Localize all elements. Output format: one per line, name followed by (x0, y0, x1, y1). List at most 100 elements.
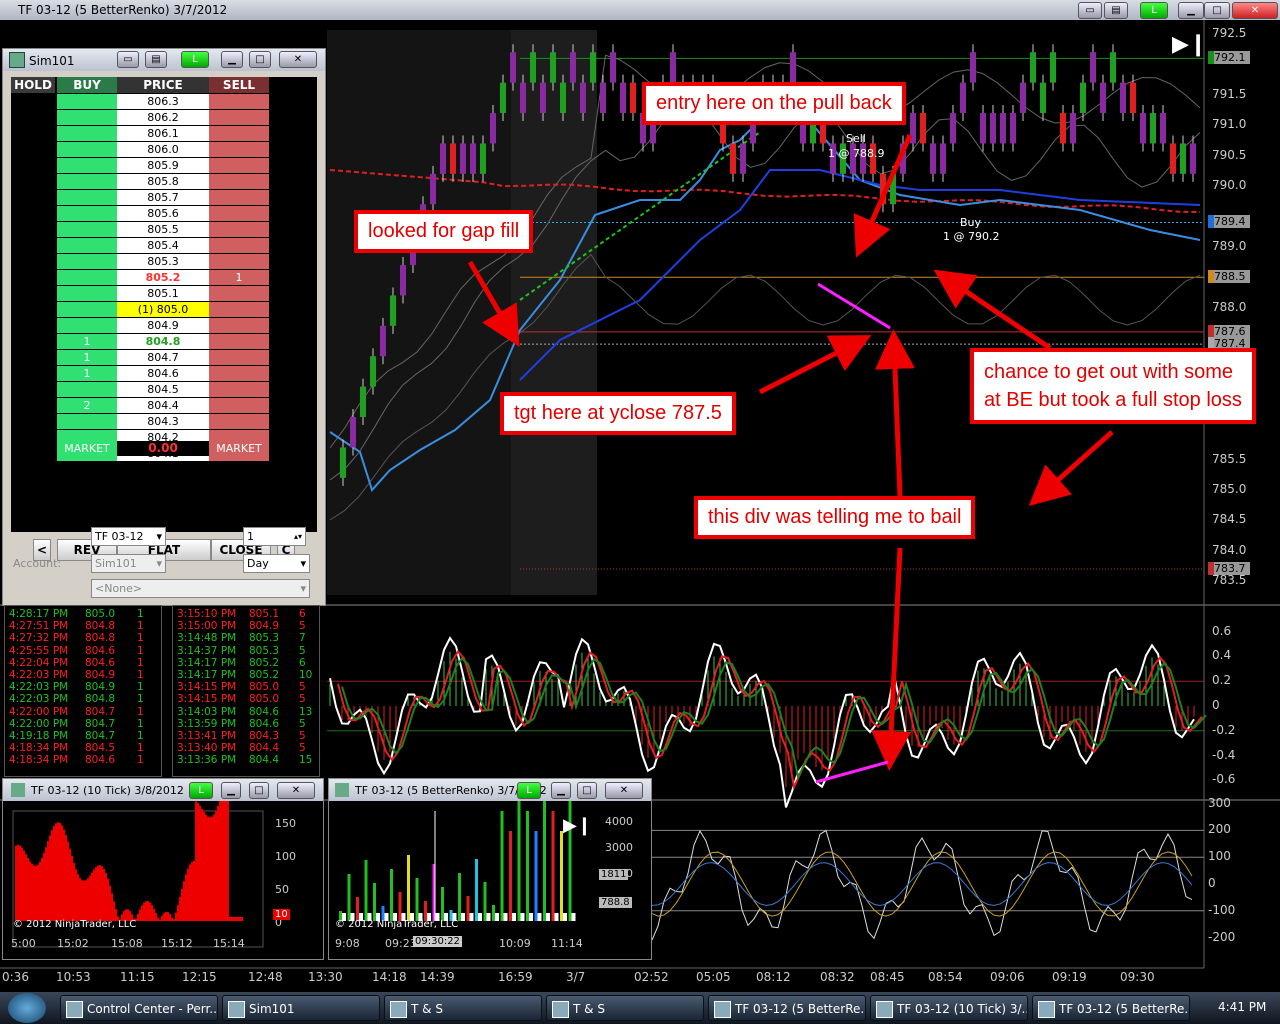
maximize-button[interactable]: □ (1204, 2, 1230, 19)
mini1-x-label: 15:12 (161, 937, 193, 950)
ts-size: 13 (299, 705, 313, 718)
buy-cell[interactable] (57, 238, 117, 253)
data-box-button[interactable]: ▤ (1104, 2, 1128, 19)
sell-cell[interactable] (209, 222, 269, 237)
taskbar-item[interactable]: TF 03-12 (10 Tick) 3/... (870, 995, 1028, 1021)
link-button[interactable]: L (181, 51, 209, 68)
minimize-button[interactable]: ▁ (1178, 2, 1204, 19)
sell-cell[interactable] (209, 174, 269, 189)
buy-cell[interactable] (57, 270, 117, 285)
tools-button[interactable]: ▭ (117, 51, 139, 68)
price-axis-label: 792.5 (1212, 26, 1247, 40)
strategy-select[interactable]: <None> ▾ (91, 579, 310, 598)
buy-cell[interactable] (57, 302, 117, 317)
ts-time: 3:14:17 PM (177, 656, 237, 669)
ts-time: 3:14:15 PM (177, 693, 237, 706)
maximize-button[interactable]: □ (577, 782, 597, 799)
play-icon[interactable]: ▶❙ (1172, 32, 1207, 57)
sell-cell[interactable] (209, 302, 269, 317)
taskbar-item[interactable]: Sim101 (222, 995, 380, 1021)
sell-cell[interactable] (209, 414, 269, 429)
taskbar-item[interactable]: T & S (546, 995, 704, 1021)
buy-cell[interactable]: 1 (57, 334, 117, 349)
link-button[interactable]: L (517, 782, 541, 799)
buy-cell[interactable] (57, 126, 117, 141)
play-icon[interactable]: ▶❙ (563, 815, 592, 836)
sell-cell[interactable] (209, 350, 269, 365)
sell-cell[interactable] (209, 238, 269, 253)
sell-cell[interactable] (209, 190, 269, 205)
sell-cell[interactable] (209, 286, 269, 301)
sell-cell[interactable] (209, 110, 269, 125)
sell-cell[interactable] (209, 142, 269, 157)
sell-cell[interactable] (209, 318, 269, 333)
time-and-sales-right[interactable]: 3:15:10 PM 805.1 6 3:15:00 PM 804.9 5 3:14:48 … (172, 605, 320, 777)
ts-size: 1 (137, 644, 144, 657)
mini-chart-10-tick[interactable]: TF 03-12 (10 Tick) 3/8/2012 L ▁ □ ✕ © 20… (2, 778, 324, 960)
sell-cell[interactable] (209, 366, 269, 381)
price-axis-label: 791.5 (1212, 86, 1247, 101)
close-button[interactable]: ✕ (279, 51, 317, 68)
buy-cell[interactable] (57, 222, 117, 237)
account-select[interactable]: Sim101 ▾ (91, 554, 166, 573)
link-button[interactable]: L (189, 782, 213, 799)
buy-cell[interactable] (57, 206, 117, 221)
sell-cell[interactable] (209, 382, 269, 397)
buy-cell[interactable] (57, 286, 117, 301)
close-button[interactable]: ✕ (277, 782, 315, 799)
time-and-sales-left[interactable]: 4:28:17 PM 805.0 1 4:27:51 PM 804.8 1 4:27:32 … (4, 605, 162, 777)
ts-time: 3:13:40 PM (177, 742, 237, 755)
sell-cell[interactable] (209, 94, 269, 109)
buy-cell[interactable] (57, 158, 117, 173)
minimize-button[interactable]: ▁ (551, 782, 571, 799)
buy-cell[interactable]: 1 (57, 350, 117, 365)
minimize-button[interactable]: ▁ (221, 51, 243, 68)
data-button[interactable]: ▤ (145, 51, 167, 68)
superdom-ladder[interactable]: HOLD BUY PRICE SELL 806.3 806.2 806.1 806.0… (11, 77, 317, 532)
buy-cell[interactable]: 2 (57, 398, 117, 413)
cci-axis-label: 200 (1208, 822, 1231, 837)
sell-cell[interactable] (209, 334, 269, 349)
sell-cell[interactable]: 1 (209, 270, 269, 285)
buy-cell[interactable] (57, 174, 117, 189)
quantity-input[interactable]: 1 ▴▾ (243, 527, 306, 546)
ts-time: 3:15:10 PM (177, 608, 237, 620)
buy-cell[interactable] (57, 318, 117, 333)
buy-cell[interactable] (57, 94, 117, 109)
buy-cell[interactable] (57, 142, 117, 157)
sell-cell[interactable] (209, 158, 269, 173)
sell-cell[interactable] (209, 254, 269, 269)
taskbar-item-label: Sim101 (249, 1002, 295, 1016)
buy-cell[interactable] (57, 110, 117, 125)
maximize-button[interactable]: □ (249, 782, 269, 799)
taskbar-item[interactable]: TF 03-12 (5 BetterRe... (1032, 995, 1190, 1021)
sell-cell[interactable] (209, 126, 269, 141)
mini1-y-label: 150 (275, 817, 296, 830)
close-window-button[interactable]: ✕ (1232, 2, 1278, 19)
taskbar-item[interactable]: Control Center - Perr... (60, 995, 218, 1021)
close-button[interactable]: ✕ (605, 782, 643, 799)
superdom-window[interactable]: Sim101 ▭ ▤ L ▁ □ ✕ HOLD BUY PRICE SELL 8… (2, 48, 326, 606)
taskbar-item[interactable]: T & S (384, 995, 542, 1021)
tools-button[interactable]: ▭ (1078, 2, 1102, 19)
ts-time: 4:22:03 PM (9, 693, 69, 706)
buy-cell[interactable] (57, 382, 117, 397)
market-sell-button[interactable]: MARKET (209, 441, 269, 456)
sell-cell[interactable] (209, 398, 269, 413)
sell-cell[interactable] (209, 206, 269, 221)
buy-cell[interactable] (57, 190, 117, 205)
maximize-button[interactable]: □ (249, 51, 271, 68)
taskbar-item[interactable]: TF 03-12 (5 BetterRe... (708, 995, 866, 1021)
tif-select[interactable]: Day ▾ (243, 554, 310, 573)
link-button[interactable]: L (1140, 2, 1168, 19)
instrument-select[interactable]: TF 03-12 ▾ (91, 527, 166, 546)
account-label: Account: (13, 557, 62, 570)
minimize-button[interactable]: ▁ (221, 782, 241, 799)
buy-cell[interactable] (57, 254, 117, 269)
buy-cell[interactable]: 1 (57, 366, 117, 381)
start-button[interactable] (8, 993, 46, 1023)
market-buy-button[interactable]: MARKET (57, 441, 117, 456)
time-axis-label: 11:15 (120, 970, 155, 984)
buy-cell[interactable] (57, 414, 117, 429)
mini-chart-renko-volume[interactable]: TF 03-12 (5 BetterRenko) 3/7/2012 L ▁ □ … (328, 778, 652, 960)
